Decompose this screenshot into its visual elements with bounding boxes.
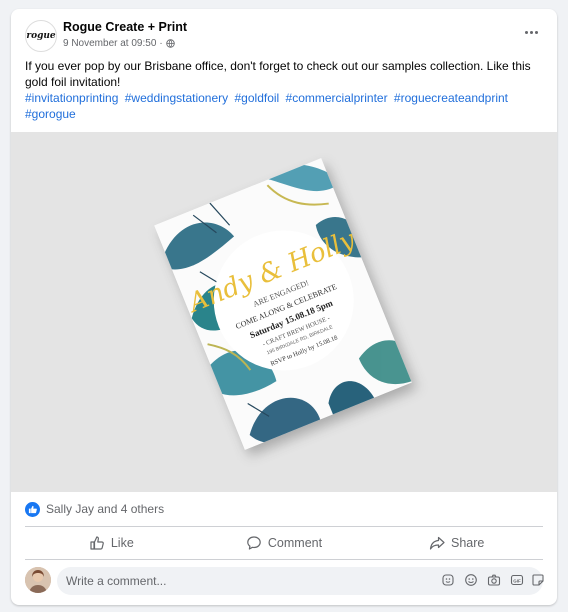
post-timestamp[interactable]: 9 November at 09:50	[63, 38, 156, 49]
thumbs-up-icon	[90, 536, 104, 550]
globe-icon	[166, 39, 175, 48]
post-body: If you ever pop by our Brisbane office, …	[25, 58, 545, 122]
share-button[interactable]: Share	[370, 528, 543, 558]
dot-icon	[534, 30, 538, 34]
post-meta: 9 November at 09:50 ·	[63, 38, 175, 49]
like-reaction-icon	[25, 501, 40, 517]
hashtag-link[interactable]: #roguecreateandprint	[394, 91, 508, 105]
gif-icon[interactable]: GIF	[510, 573, 524, 587]
more-options-button[interactable]	[519, 23, 543, 41]
divider	[25, 559, 543, 560]
share-icon	[429, 536, 445, 550]
post-actions: Like Comment Share	[25, 528, 543, 558]
hashtag-list: #invitationprinting #weddingstationery #…	[25, 90, 545, 122]
page-avatar[interactable]: rogue	[25, 20, 57, 52]
camera-icon[interactable]	[487, 573, 501, 587]
avatar-logo-text: rogue	[26, 31, 56, 41]
like-label: Like	[110, 536, 134, 550]
reaction-summary-text: Sally Jay and 4 others	[46, 502, 165, 516]
comment-placeholder: Write a comment...	[66, 574, 167, 588]
sticker-smile-icon[interactable]	[531, 573, 545, 587]
user-avatar[interactable]	[25, 567, 51, 593]
share-label: Share	[451, 536, 485, 550]
comment-icon	[247, 536, 261, 550]
hashtag-link[interactable]: #goldfoil	[235, 91, 280, 105]
dot-icon	[524, 30, 528, 34]
hashtag-link[interactable]: #gorogue	[25, 107, 76, 121]
hashtag-link[interactable]: #weddingstationery	[125, 91, 228, 105]
like-button[interactable]: Like	[25, 528, 198, 558]
post-card: rogue Rogue Create + Print 9 November at…	[11, 9, 557, 605]
comment-button[interactable]: Comment	[198, 528, 371, 558]
invitation-card: Andy & Holly ARE ENGAGED! COME ALONG & C…	[154, 158, 412, 450]
post-image[interactable]: Andy & Holly ARE ENGAGED! COME ALONG & C…	[11, 132, 557, 492]
reaction-summary[interactable]: Sally Jay and 4 others	[25, 499, 164, 519]
svg-text:GIF: GIF	[513, 578, 521, 583]
hashtag-link[interactable]: #invitationprinting	[25, 91, 118, 105]
post-header: rogue Rogue Create + Print 9 November at…	[11, 9, 557, 57]
dot-icon	[529, 30, 533, 34]
user-avatar-image	[25, 567, 51, 593]
comment-label: Comment	[267, 536, 323, 550]
thumbs-up-icon	[28, 505, 37, 513]
sticker-icon[interactable]	[441, 573, 455, 587]
hashtag-link[interactable]: #commercialprinter	[286, 91, 388, 105]
comment-composer: Write a comment... GIF	[25, 567, 545, 595]
emoji-icon[interactable]	[464, 573, 478, 587]
page-name[interactable]: Rogue Create + Print	[63, 20, 187, 34]
post-text: If you ever pop by our Brisbane office, …	[25, 59, 531, 89]
meta-separator: ·	[159, 38, 163, 49]
divider	[25, 526, 543, 527]
